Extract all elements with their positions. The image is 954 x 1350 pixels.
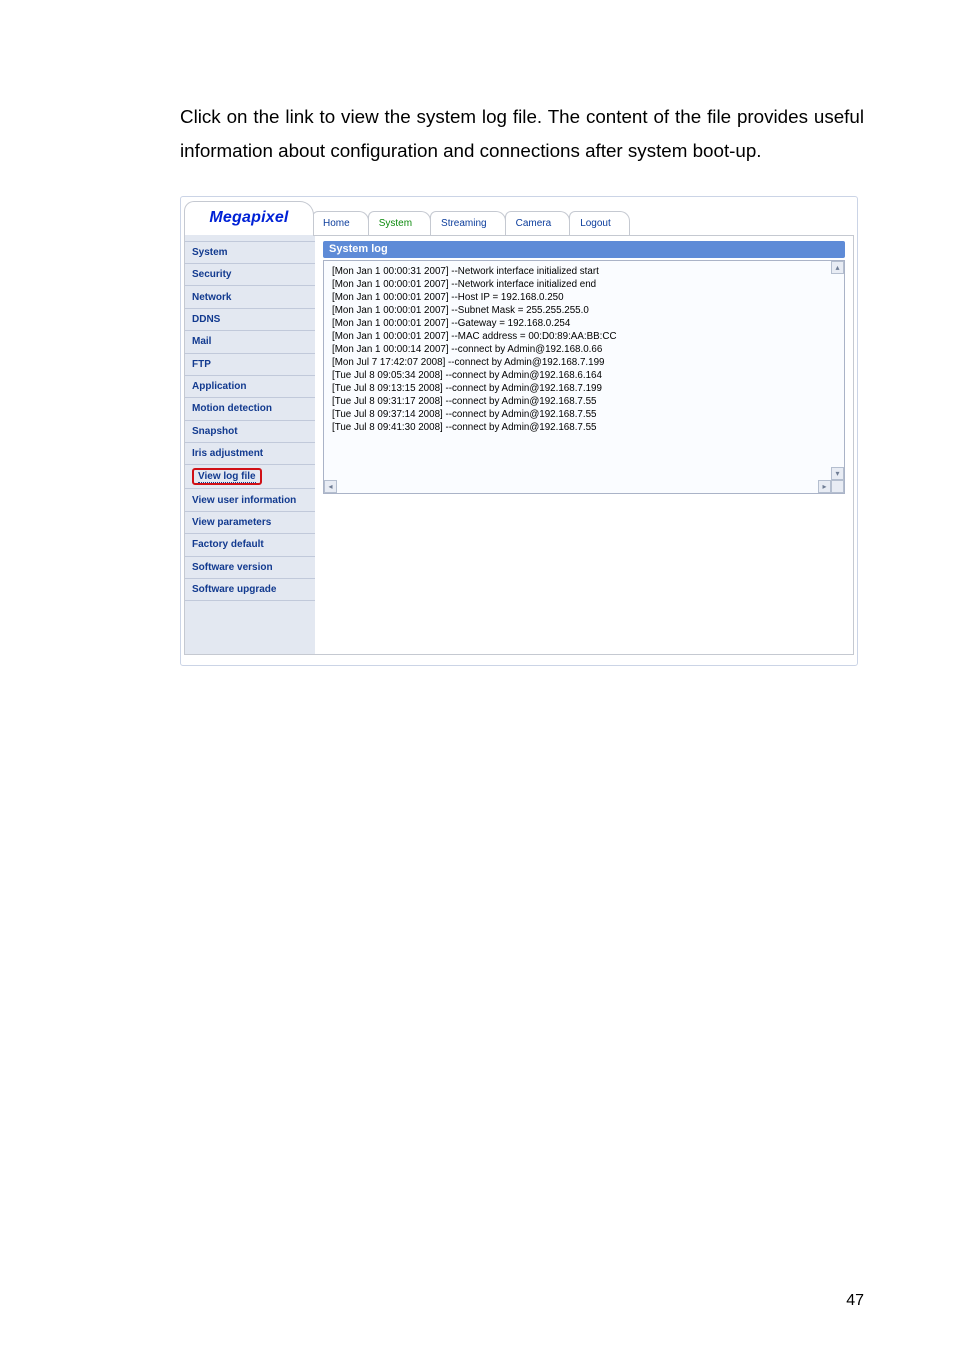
- sidebar-item-swup[interactable]: Software upgrade: [185, 579, 315, 601]
- scroll-corner: [831, 480, 844, 493]
- log-line: [Mon Jan 1 00:00:01 2007] --MAC address …: [332, 330, 830, 343]
- scroll-up-icon[interactable]: ▴: [831, 261, 844, 274]
- log-line: [Tue Jul 8 09:05:34 2008] --connect by A…: [332, 369, 830, 382]
- log-line: [Tue Jul 8 09:41:30 2008] --connect by A…: [332, 421, 830, 434]
- panel-title: System log: [323, 241, 845, 258]
- intro-paragraph: Click on the link to view the system log…: [180, 100, 864, 168]
- sidebar-item-mail[interactable]: Mail: [185, 331, 315, 353]
- sidebar-item-viewlog[interactable]: View log file: [185, 465, 315, 489]
- log-line: [Tue Jul 8 09:37:14 2008] --connect by A…: [332, 408, 830, 421]
- sidebar-item-swver[interactable]: Software version: [185, 557, 315, 579]
- tab-filler: [630, 211, 854, 235]
- log-line: [Tue Jul 8 09:31:17 2008] --connect by A…: [332, 395, 830, 408]
- tab-logout[interactable]: Logout: [569, 211, 630, 235]
- scroll-left-icon[interactable]: ◂: [324, 480, 337, 493]
- sidebar-item-ddns[interactable]: DDNS: [185, 309, 315, 331]
- log-line: [Mon Jan 1 00:00:01 2007] --Host IP = 19…: [332, 291, 830, 304]
- tab-streaming[interactable]: Streaming: [430, 211, 506, 235]
- content-area: System log [Mon Jan 1 00:00:31 2007] --N…: [315, 235, 853, 654]
- sidebar-item-system[interactable]: System: [185, 241, 315, 264]
- log-line: [Mon Jan 1 00:00:14 2007] --connect by A…: [332, 343, 830, 356]
- sidebar-item-motion[interactable]: Motion detection: [185, 398, 315, 420]
- sidebar-item-userinfo[interactable]: View user information: [185, 489, 315, 511]
- sidebar-item-security[interactable]: Security: [185, 264, 315, 286]
- tab-camera[interactable]: Camera: [505, 211, 571, 235]
- sidebar-item-application[interactable]: Application: [185, 376, 315, 398]
- app-panel: Megapixel Home System Streaming Camera L…: [180, 196, 858, 666]
- log-line: [Tue Jul 8 09:13:15 2008] --connect by A…: [332, 382, 830, 395]
- app-body: System Security Network DDNS Mail FTP Ap…: [184, 235, 854, 655]
- tab-home[interactable]: Home: [312, 211, 369, 235]
- brand-text: Megapixel: [209, 209, 288, 227]
- scroll-down-icon[interactable]: ▾: [831, 467, 844, 480]
- sidebar-item-iris[interactable]: Iris adjustment: [185, 443, 315, 465]
- tab-system[interactable]: System: [368, 211, 431, 235]
- scroll-right-icon[interactable]: ▸: [818, 480, 831, 493]
- log-box: [Mon Jan 1 00:00:31 2007] --Network inte…: [323, 260, 845, 494]
- log-line: [Mon Jan 1 00:00:01 2007] --Subnet Mask …: [332, 304, 830, 317]
- sidebar-item-ftp[interactable]: FTP: [185, 354, 315, 376]
- sidebar-item-viewlog-label: View log file: [198, 471, 256, 483]
- tab-strip: Home System Streaming Camera Logout: [313, 201, 854, 236]
- log-line: [Mon Jul 7 17:42:07 2008] --connect by A…: [332, 356, 830, 369]
- sidebar-item-params[interactable]: View parameters: [185, 512, 315, 534]
- page-number: 47: [846, 1292, 864, 1310]
- sidebar-item-factory[interactable]: Factory default: [185, 534, 315, 556]
- log-line: [Mon Jan 1 00:00:01 2007] --Gateway = 19…: [332, 317, 830, 330]
- brand-logo: Megapixel: [184, 201, 314, 235]
- log-line: [Mon Jan 1 00:00:01 2007] --Network inte…: [332, 278, 830, 291]
- header-row: Megapixel Home System Streaming Camera L…: [184, 201, 854, 235]
- sidebar: System Security Network DDNS Mail FTP Ap…: [185, 235, 315, 654]
- sidebar-item-snapshot[interactable]: Snapshot: [185, 421, 315, 443]
- sidebar-item-network[interactable]: Network: [185, 286, 315, 308]
- log-line: [Mon Jan 1 00:00:31 2007] --Network inte…: [332, 265, 830, 278]
